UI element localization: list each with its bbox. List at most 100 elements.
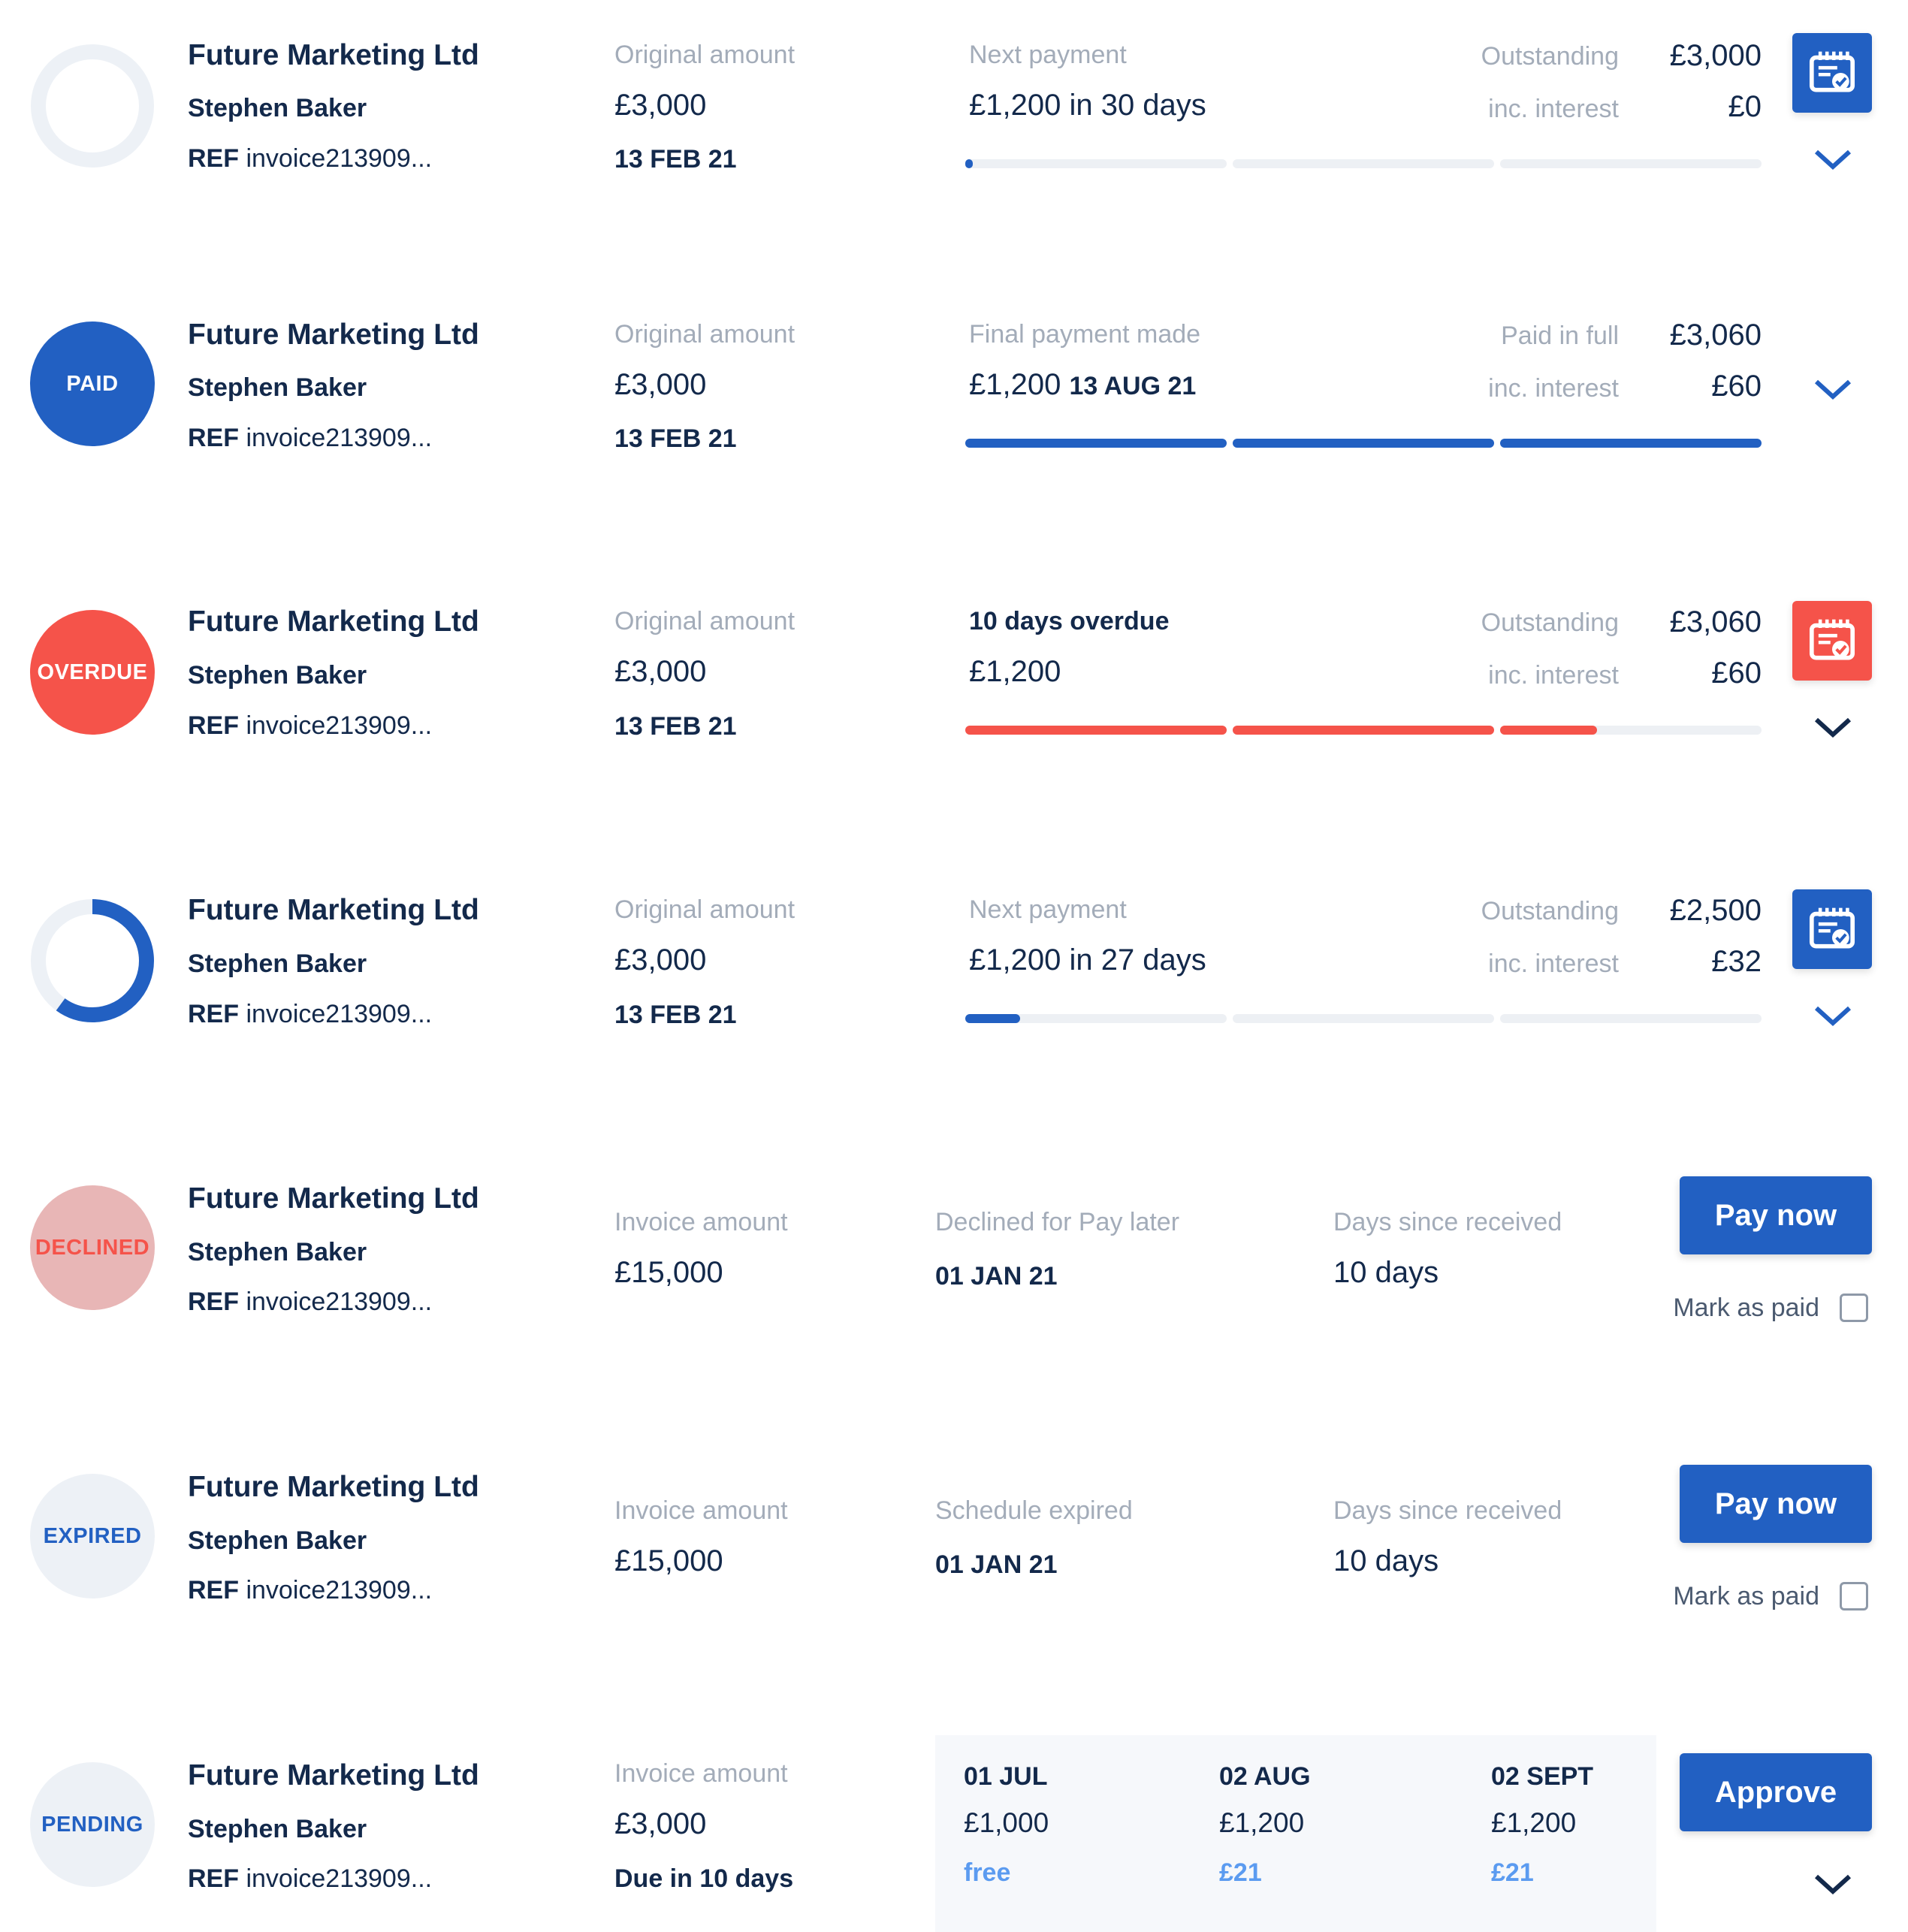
progress-segment xyxy=(965,1014,1227,1023)
progress-segment xyxy=(1500,726,1762,735)
amount-value: £3,000 xyxy=(614,1807,707,1840)
interest-value: £32 xyxy=(1711,945,1762,978)
contact-name: Stephen Baker xyxy=(188,94,367,122)
payment-label: Next payment xyxy=(969,41,1127,69)
contact-name: Stephen Baker xyxy=(188,1815,367,1843)
amount-label: Invoice amount xyxy=(614,1759,788,1788)
status-badge: PAID xyxy=(30,321,155,446)
amount-value: £3,000 xyxy=(614,943,707,977)
pay-now-button[interactable]: Pay now xyxy=(1680,1465,1872,1543)
company-name: Future Marketing Ltd xyxy=(188,605,479,638)
progress-fill xyxy=(965,159,974,168)
contact-name: Stephen Baker xyxy=(188,949,367,978)
interest-value: £0 xyxy=(1728,90,1762,123)
progress-bar xyxy=(965,159,1762,168)
amount-label: Original amount xyxy=(614,607,796,635)
progress-fill xyxy=(1500,439,1762,448)
days-since-value: 10 days xyxy=(1333,1256,1439,1289)
chevron-down-icon[interactable] xyxy=(1810,712,1855,742)
schedule-amount-3: £1,200 xyxy=(1491,1807,1577,1838)
progress-segment xyxy=(1233,159,1494,168)
invoice-ref: REF invoice213909... xyxy=(188,711,433,740)
chevron-down-icon[interactable] xyxy=(1810,1869,1855,1899)
outstanding-value: £2,500 xyxy=(1669,894,1762,927)
payment-label: Next payment xyxy=(969,895,1127,924)
invoice-ref: REF invoice213909... xyxy=(188,144,433,173)
invoice-date: 13 FEB 21 xyxy=(614,145,737,174)
progress-segment xyxy=(1233,1014,1494,1023)
company-name: Future Marketing Ltd xyxy=(188,894,479,926)
invoice-ref: REF invoice213909... xyxy=(188,1000,433,1028)
calendar-card-icon xyxy=(1807,615,1858,666)
invoice-date: 13 FEB 21 xyxy=(614,424,737,453)
amount-value: £15,000 xyxy=(614,1544,723,1577)
calendar-card-button[interactable] xyxy=(1792,33,1872,113)
amount-label: Invoice amount xyxy=(614,1208,788,1236)
expired-date: 01 JAN 21 xyxy=(935,1550,1058,1579)
approve-button[interactable]: Approve xyxy=(1680,1753,1872,1831)
schedule-fee-3: £21 xyxy=(1491,1858,1534,1887)
contact-name: Stephen Baker xyxy=(188,661,367,690)
invoice-date: 13 FEB 21 xyxy=(614,712,737,741)
progress-fill xyxy=(1233,439,1494,448)
progress-fill xyxy=(965,726,1227,735)
due-label: Due in 10 days xyxy=(614,1864,794,1893)
mark-as-paid-checkbox[interactable] xyxy=(1840,1582,1868,1611)
mark-as-paid-checkbox[interactable] xyxy=(1840,1294,1868,1322)
schedule-panel: 01 JUL £1,000 free 02 AUG £1,200 £21 02 … xyxy=(935,1735,1656,1932)
status-ring-empty xyxy=(30,44,155,168)
company-name: Future Marketing Ltd xyxy=(188,318,479,351)
status-ring-progress xyxy=(30,898,155,1023)
company-name: Future Marketing Ltd xyxy=(188,1759,479,1792)
schedule-amount-2: £1,200 xyxy=(1219,1807,1305,1838)
company-name: Future Marketing Ltd xyxy=(188,39,479,71)
progress-fill xyxy=(1500,726,1597,735)
contact-name: Stephen Baker xyxy=(188,1238,367,1266)
progress-bar xyxy=(965,726,1762,735)
declined-label: Declined for Pay later xyxy=(935,1208,1180,1236)
amount-label: Original amount xyxy=(614,895,796,924)
outstanding-value: £3,060 xyxy=(1669,318,1762,352)
company-name: Future Marketing Ltd xyxy=(188,1471,479,1503)
declined-date: 01 JAN 21 xyxy=(935,1262,1058,1291)
expired-label: Schedule expired xyxy=(935,1496,1133,1525)
mark-as-paid-label: Mark as paid xyxy=(1673,1294,1819,1322)
amount-value: £15,000 xyxy=(614,1256,723,1289)
amount-label: Original amount xyxy=(614,320,796,349)
pay-now-button[interactable]: Pay now xyxy=(1680,1176,1872,1254)
schedule-date-1: 01 JUL xyxy=(964,1762,1048,1791)
company-name: Future Marketing Ltd xyxy=(188,1182,479,1215)
amount-value: £3,000 xyxy=(614,368,707,401)
invoice-ref: REF invoice213909... xyxy=(188,1576,433,1604)
calendar-card-icon xyxy=(1807,904,1858,955)
progress-segment xyxy=(965,726,1227,735)
chevron-down-icon[interactable] xyxy=(1810,144,1855,174)
progress-segment xyxy=(1500,159,1762,168)
payment-value: £1,200 in 27 days xyxy=(969,943,1206,977)
payment-value: £1,200 in 30 days xyxy=(969,89,1206,122)
chevron-down-icon[interactable] xyxy=(1810,1001,1855,1031)
contact-name: Stephen Baker xyxy=(188,373,367,402)
progress-bar xyxy=(965,439,1762,448)
payment-label: Final payment made xyxy=(969,320,1201,349)
progress-segment xyxy=(1500,439,1762,448)
invoice-ref: REF invoice213909... xyxy=(188,1287,433,1316)
contact-name: Stephen Baker xyxy=(188,1526,367,1555)
schedule-fee-1: free xyxy=(964,1858,1011,1887)
progress-fill xyxy=(1233,726,1494,735)
mark-as-paid-label: Mark as paid xyxy=(1673,1582,1819,1611)
schedule-amount-1: £1,000 xyxy=(964,1807,1049,1838)
progress-segment xyxy=(965,439,1227,448)
invoice-ref: REF invoice213909... xyxy=(188,1864,433,1893)
progress-fill xyxy=(965,1014,1021,1023)
invoice-ref: REF invoice213909... xyxy=(188,424,433,452)
schedule-date-2: 02 AUG xyxy=(1219,1762,1311,1791)
schedule-fee-2: £21 xyxy=(1219,1858,1262,1887)
chevron-down-icon[interactable] xyxy=(1810,374,1855,404)
progress-segment xyxy=(1500,1014,1762,1023)
days-since-label: Days since received xyxy=(1333,1496,1562,1525)
calendar-card-button[interactable] xyxy=(1792,889,1872,969)
calendar-card-button[interactable] xyxy=(1792,601,1872,681)
amount-label: Original amount xyxy=(614,41,796,69)
progress-segment xyxy=(965,159,1227,168)
